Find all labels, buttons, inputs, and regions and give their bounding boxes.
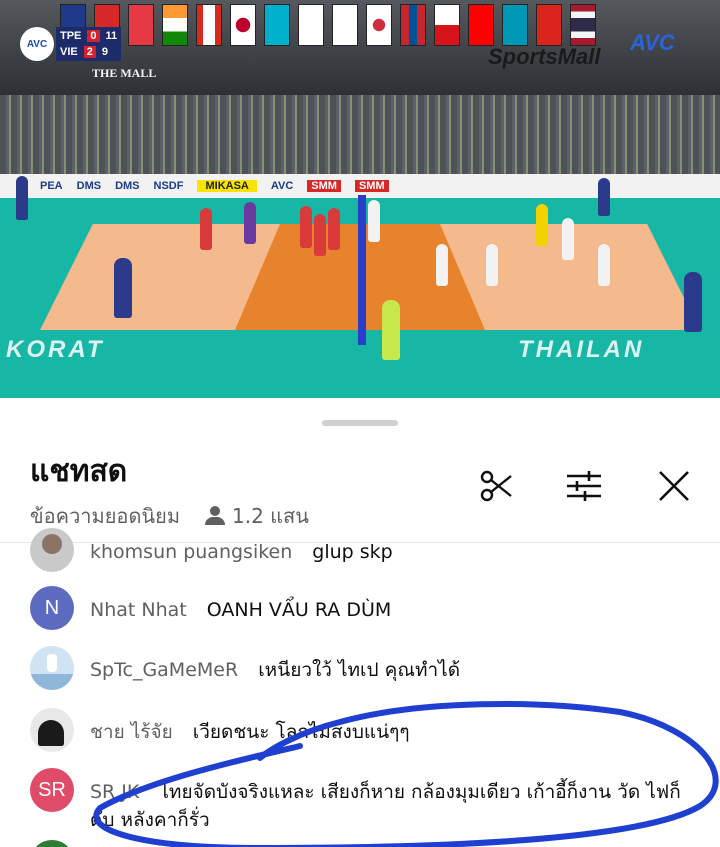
player bbox=[328, 208, 340, 250]
line-judge bbox=[684, 272, 702, 332]
ad-board-1: DMS bbox=[76, 180, 102, 192]
ad-board-6: SMM bbox=[307, 180, 341, 192]
message-text: OANH VẨU RA DÙM bbox=[206, 599, 392, 621]
team1-points: 11 bbox=[105, 30, 118, 42]
ad-board-0: PEA bbox=[40, 180, 63, 192]
chat-title: แชทสด bbox=[30, 454, 128, 489]
score-row-team2: VIE 2 9 bbox=[60, 46, 117, 58]
team1-name: TPE bbox=[60, 30, 82, 42]
flag-row bbox=[60, 4, 596, 46]
chat-message[interactable]: SpTc_GaMeMeR เหนียวใว้ ไทเป คุณทำได้ bbox=[30, 646, 710, 690]
avatar-letter: SR bbox=[38, 778, 66, 801]
drag-handle[interactable] bbox=[322, 420, 398, 426]
live-chat-panel: แชทสด ข้อความยอดนิยม 1.2 แสน khomsun pua… bbox=[0, 404, 720, 847]
message-author[interactable]: khomsun puangsiken bbox=[90, 541, 292, 563]
floor-text-left: KORAT bbox=[6, 336, 105, 363]
player bbox=[536, 204, 548, 246]
referee bbox=[382, 300, 400, 360]
message-author[interactable]: ชาย ไร้จัย bbox=[90, 721, 173, 743]
avatar-letter: N bbox=[44, 596, 60, 619]
ad-board-7: SMM bbox=[354, 180, 389, 192]
player bbox=[486, 244, 498, 286]
message-author[interactable]: SpTc_GaMeMeR bbox=[90, 659, 238, 681]
player bbox=[300, 206, 312, 248]
chat-message[interactable]: ชาย ไร้จัย เวียดชนะ โลกไม่สงบแน่ๆๆ bbox=[30, 708, 710, 752]
floor-text-right: THAILAN bbox=[518, 336, 645, 363]
player bbox=[368, 200, 380, 242]
settings-button[interactable] bbox=[562, 464, 606, 508]
spectator-stands bbox=[0, 95, 720, 175]
player bbox=[200, 208, 212, 250]
avatar[interactable] bbox=[30, 840, 74, 847]
message-body: Nhat Nhat OANH VẨU RA DÙM bbox=[90, 586, 391, 624]
player bbox=[436, 244, 448, 286]
avatar[interactable]: N bbox=[30, 586, 74, 630]
message-text: เวียดชนะ โลกไม่สงบแน่ๆๆ bbox=[192, 721, 410, 743]
venue-sponsor: THE MALL bbox=[92, 66, 157, 80]
sliders-icon bbox=[567, 471, 601, 501]
clip-button[interactable] bbox=[474, 464, 518, 508]
avatar[interactable]: SR bbox=[30, 768, 74, 812]
scissors-icon bbox=[480, 470, 512, 502]
team1-sets: 0 bbox=[87, 30, 100, 42]
player bbox=[562, 218, 574, 260]
video-player[interactable]: PEA DMS DMS NSDF MIKASA AVC SMM SMM KORA… bbox=[0, 0, 720, 398]
message-text: glup skp bbox=[312, 541, 393, 563]
line-judge bbox=[114, 258, 132, 318]
message-text: ไทยจัดบังจริงแหละ เสียงก็หาย กล้องมุมเดี… bbox=[90, 781, 681, 831]
message-text: เหนียวใว้ ไทเป คุณทำได้ bbox=[258, 659, 461, 681]
player bbox=[598, 244, 610, 286]
ad-board-2: DMS bbox=[115, 180, 140, 192]
close-icon bbox=[659, 471, 689, 501]
score-row-team1: TPE 0 11 bbox=[60, 30, 117, 42]
net-post bbox=[358, 195, 366, 345]
score-table: TPE 0 11 VIE 2 9 bbox=[56, 27, 122, 61]
broadcaster-logo: SportsMall bbox=[488, 44, 601, 69]
player bbox=[314, 214, 326, 256]
scoreboard: AVC TPE 0 11 VIE 2 9 bbox=[20, 27, 122, 61]
message-body: SR JK ไทยจัดบังจริงแหละ เสียงก็หาย กล้องม… bbox=[90, 768, 690, 834]
ad-board-3: NSDF bbox=[153, 180, 184, 192]
message-author[interactable]: Nhat Nhat bbox=[90, 599, 187, 621]
chat-message[interactable]: khomsun puangsiken glup skp bbox=[30, 528, 710, 572]
player bbox=[244, 202, 256, 244]
team2-name: VIE bbox=[60, 46, 78, 58]
official bbox=[598, 178, 610, 216]
message-body: SpTc_GaMeMeR เหนียวใว้ ไทเป คุณทำได้ bbox=[90, 646, 460, 684]
message-author[interactable]: SR JK bbox=[90, 781, 139, 803]
ad-board-5: AVC bbox=[270, 180, 294, 192]
message-body: ชาย ไร้จัย เวียดชนะ โลกไม่สงบแน่ๆๆ bbox=[90, 708, 410, 746]
avatar[interactable] bbox=[30, 646, 74, 690]
person-icon bbox=[204, 506, 226, 526]
avc-watermark: AVC bbox=[630, 30, 675, 55]
avatar[interactable] bbox=[30, 708, 74, 752]
team2-points: 9 bbox=[101, 46, 108, 58]
avatar[interactable] bbox=[30, 528, 74, 572]
team2-sets: 2 bbox=[83, 46, 96, 58]
ad-board-4: MIKASA bbox=[197, 180, 257, 192]
official bbox=[16, 176, 28, 220]
message-body: khomsun puangsiken glup skp bbox=[90, 528, 393, 566]
close-button[interactable] bbox=[652, 464, 696, 508]
chat-message[interactable]: SR SR JK ไทยจัดบังจริงแหละ เสียงก็หาย กล้… bbox=[30, 768, 710, 834]
avc-logo: AVC bbox=[20, 27, 54, 61]
chat-message[interactable]: N Nhat Nhat OANH VẨU RA DÙM bbox=[30, 586, 710, 630]
